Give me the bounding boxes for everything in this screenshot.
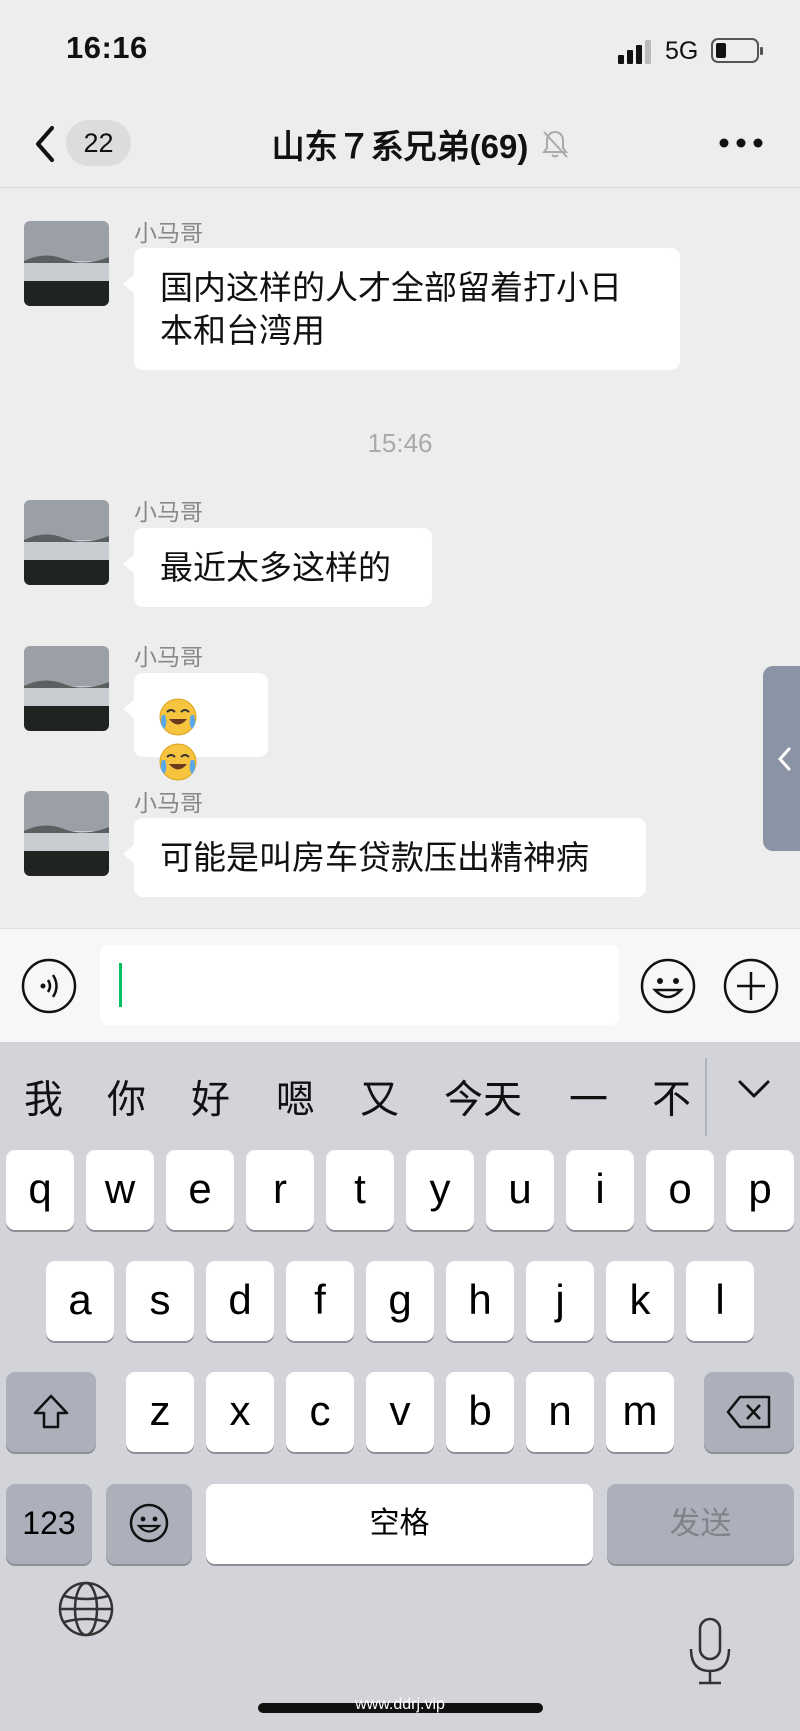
key-f[interactable]: f — [286, 1261, 354, 1341]
key-c[interactable]: c — [286, 1372, 354, 1452]
key-j[interactable]: j — [526, 1261, 594, 1341]
key-v[interactable]: v — [366, 1372, 434, 1452]
text-cursor — [119, 963, 122, 1007]
emoji-key[interactable] — [106, 1484, 192, 1564]
backspace-key[interactable] — [704, 1372, 794, 1452]
key-a[interactable]: a — [46, 1261, 114, 1341]
sender-name: 小马哥 — [134, 499, 203, 525]
message-bubble[interactable]: 可能是叫房车贷款压出精神病 — [123, 818, 646, 897]
candidate-word[interactable]: 不 — [652, 1069, 691, 1125]
crying-laughing-emoji-icon — [159, 743, 197, 781]
candidate-word[interactable]: 今天 — [444, 1069, 522, 1125]
more-options-icon[interactable] — [718, 136, 764, 150]
chat-title: 山东７系兄弟(69) — [271, 128, 529, 165]
candidate-bar: 我 你 好 嗯 又 今天 一 不 — [0, 1042, 800, 1142]
key-r[interactable]: r — [246, 1150, 314, 1230]
candidate-word[interactable]: 嗯 — [276, 1069, 315, 1125]
sender-name: 小马哥 — [134, 220, 203, 246]
cellular-signal-icon — [618, 38, 658, 64]
shift-key[interactable] — [6, 1372, 96, 1452]
status-bar: 16:16 5G — [0, 0, 800, 100]
message-input[interactable] — [100, 945, 619, 1025]
message-bubble[interactable] — [123, 673, 268, 781]
candidate-word[interactable]: 我 — [24, 1069, 63, 1125]
numbers-key[interactable]: 123 — [6, 1484, 92, 1564]
status-time: 16:16 — [66, 30, 148, 65]
avatar[interactable] — [24, 646, 109, 731]
avatar[interactable] — [24, 791, 109, 876]
message-bubble[interactable]: 最近太多这样的 — [123, 528, 432, 607]
message-text: 国内这样的人才全部留着打小日 — [160, 269, 622, 306]
crying-laughing-emoji-icon — [159, 698, 197, 736]
key-s[interactable]: s — [126, 1261, 194, 1341]
sender-name: 小马哥 — [134, 644, 203, 670]
key-t[interactable]: t — [326, 1150, 394, 1230]
key-i[interactable]: i — [566, 1150, 634, 1230]
space-key[interactable]: 空格 — [206, 1484, 593, 1564]
candidate-word[interactable]: 好 — [191, 1069, 230, 1125]
key-x[interactable]: x — [206, 1372, 274, 1452]
collapse-keyboard-icon[interactable] — [737, 1078, 771, 1100]
network-type: 5G — [665, 37, 699, 65]
key-m[interactable]: m — [606, 1372, 674, 1452]
voice-input-icon[interactable] — [21, 958, 77, 1014]
shift-arrow-icon — [33, 1394, 69, 1429]
keyboard: 我 你 好 嗯 又 今天 一 不 q w e r t y u i o p a s… — [0, 1042, 800, 1731]
key-w[interactable]: w — [86, 1150, 154, 1230]
avatar[interactable] — [24, 500, 109, 585]
key-o[interactable]: o — [646, 1150, 714, 1230]
battery-icon — [711, 38, 763, 63]
key-p[interactable]: p — [726, 1150, 794, 1230]
key-q[interactable]: q — [6, 1150, 74, 1230]
key-g[interactable]: g — [366, 1261, 434, 1341]
key-b[interactable]: b — [446, 1372, 514, 1452]
backspace-icon — [726, 1395, 771, 1429]
globe-icon[interactable] — [56, 1579, 116, 1639]
key-e[interactable]: e — [166, 1150, 234, 1230]
plus-icon[interactable] — [723, 958, 779, 1014]
emoji-keyboard-icon — [129, 1503, 169, 1543]
chevron-left-icon — [777, 747, 791, 771]
message-text: 可能是叫房车贷款压出精神病 — [160, 839, 589, 876]
send-key[interactable]: 发送 — [607, 1484, 794, 1564]
mute-bell-icon — [542, 130, 568, 158]
side-panel-tab[interactable] — [763, 666, 800, 851]
key-l[interactable]: l — [686, 1261, 754, 1341]
key-z[interactable]: z — [126, 1372, 194, 1452]
watermark: www.ddrj.vip — [355, 1696, 445, 1713]
key-u[interactable]: u — [486, 1150, 554, 1230]
emoji-icon[interactable] — [640, 958, 696, 1014]
candidate-word[interactable]: 又 — [360, 1069, 399, 1125]
chat-header: 22 山东７系兄弟(69) — [0, 100, 800, 188]
time-divider: 15:46 — [367, 428, 433, 458]
key-y[interactable]: y — [406, 1150, 474, 1230]
key-h[interactable]: h — [446, 1261, 514, 1341]
sender-name: 小马哥 — [134, 790, 203, 816]
candidate-word[interactable]: 你 — [107, 1069, 146, 1125]
message-input-bar — [0, 928, 800, 1042]
key-k[interactable]: k — [606, 1261, 674, 1341]
microphone-icon[interactable] — [687, 1617, 733, 1687]
message-bubble[interactable]: 国内这样的人才全部留着打小日 本和台湾用 — [123, 248, 680, 370]
avatar[interactable] — [24, 221, 109, 306]
message-text: 最近太多这样的 — [160, 549, 391, 586]
candidate-word[interactable]: 一 — [569, 1069, 608, 1125]
key-d[interactable]: d — [206, 1261, 274, 1341]
candidate-divider — [705, 1058, 707, 1136]
message-text: 本和台湾用 — [160, 312, 325, 349]
key-n[interactable]: n — [526, 1372, 594, 1452]
